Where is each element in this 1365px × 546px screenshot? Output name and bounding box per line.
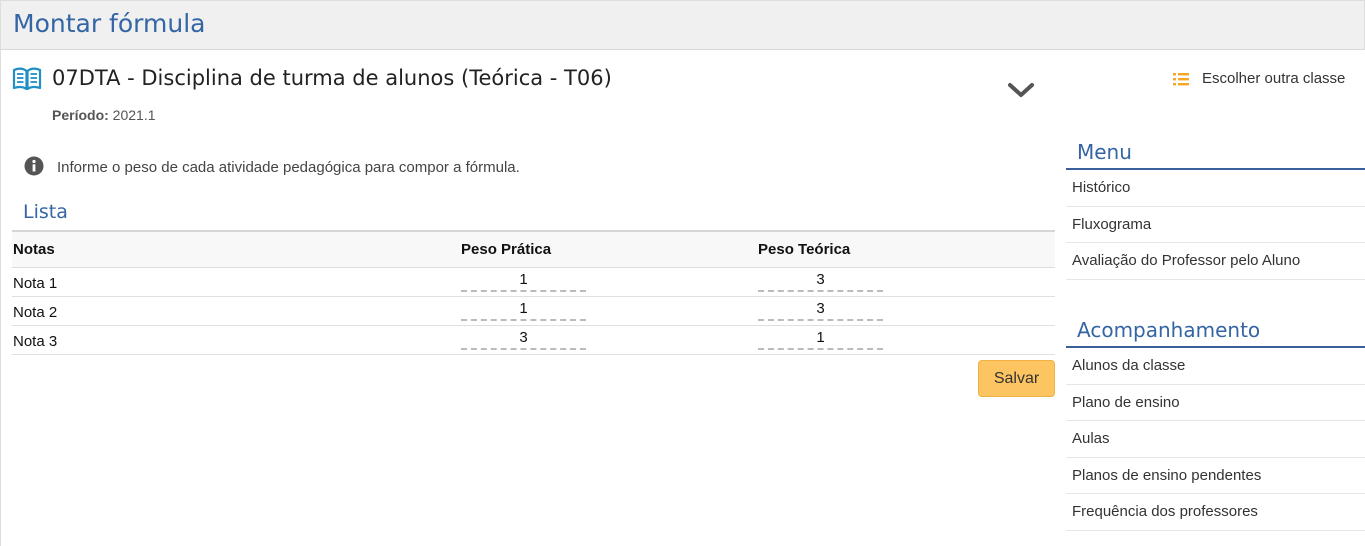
save-button[interactable]: Salvar — [978, 360, 1055, 397]
peso-teorica-field[interactable]: 3 — [758, 271, 883, 292]
periodo-value: 2021.1 — [112, 107, 156, 123]
table-header-row: Notas Peso Prática Peso Teórica — [12, 231, 1055, 267]
periodo: Período: 2021.1 — [52, 107, 156, 123]
open-book-icon — [12, 67, 42, 91]
table-row: Nota 1 1 3 — [12, 267, 1055, 296]
page-title: Montar fórmula — [13, 9, 206, 38]
sidebar-item-aulas[interactable]: Aulas — [1066, 421, 1365, 458]
column-header-notas: Notas — [13, 240, 55, 258]
column-header-peso-pratica: Peso Prática — [461, 240, 552, 258]
sidebar-item-avaliacao-professor[interactable]: Avaliação do Professor pelo Aluno — [1066, 243, 1365, 280]
list-icon — [1173, 72, 1189, 85]
page-header: Montar fórmula — [0, 0, 1365, 50]
periodo-label: Período: — [52, 107, 109, 123]
sidebar-acompanhamento-title: Acompanhamento — [1066, 312, 1365, 348]
choose-class-link[interactable]: Escolher outra classe — [1172, 70, 1345, 87]
sidebar-acompanhamento: Acompanhamento Alunos da classe Plano de… — [1066, 312, 1365, 531]
sidebar-item-fluxograma[interactable]: Fluxograma — [1066, 207, 1365, 243]
peso-pratica-field[interactable]: 1 — [461, 271, 586, 292]
sidebar-item-historico[interactable]: Histórico — [1066, 170, 1365, 207]
peso-teorica-field[interactable]: 1 — [758, 329, 883, 350]
peso-pratica-field[interactable]: 1 — [461, 300, 586, 321]
info-circle-icon — [24, 156, 44, 176]
table-row: Nota 3 3 1 — [12, 325, 1055, 354]
notes-table: Notas Peso Prática Peso Teórica Nota 1 1… — [12, 230, 1055, 355]
class-title: 07DTA - Disciplina de turma de alunos (T… — [52, 66, 612, 90]
nota-name: Nota 1 — [13, 274, 58, 292]
sidebar-menu: Menu Histórico Fluxograma Avaliação do P… — [1066, 134, 1365, 280]
column-header-peso-teorica: Peso Teórica — [758, 240, 851, 258]
sidebar-item-frequencia-professores[interactable]: Frequência dos professores — [1066, 494, 1365, 531]
peso-pratica-field[interactable]: 3 — [461, 329, 586, 350]
nota-name: Nota 3 — [13, 332, 58, 350]
sidebar-menu-title: Menu — [1066, 134, 1365, 170]
sidebar-item-planos-pendentes[interactable]: Planos de ensino pendentes — [1066, 458, 1365, 494]
sidebar-item-plano-ensino[interactable]: Plano de ensino — [1066, 385, 1365, 421]
peso-teorica-field[interactable]: 3 — [758, 300, 883, 321]
sidebar-item-alunos-classe[interactable]: Alunos da classe — [1066, 348, 1365, 385]
lista-title: Lista — [23, 201, 68, 223]
table-row: Nota 2 1 3 — [12, 296, 1055, 325]
choose-class-label[interactable]: Escolher outra classe — [1202, 70, 1345, 87]
nota-name: Nota 2 — [13, 303, 58, 321]
chevron-down-icon[interactable] — [1006, 80, 1036, 102]
info-message: Informe o peso de cada atividade pedagóg… — [57, 159, 520, 176]
